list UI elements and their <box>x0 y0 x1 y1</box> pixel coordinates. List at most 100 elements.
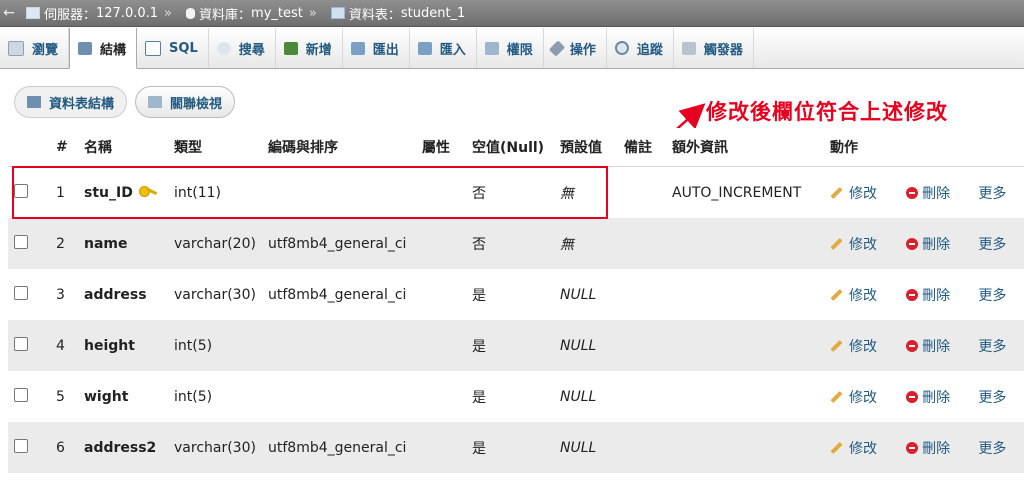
row-checkbox[interactable] <box>14 285 28 300</box>
tab-browse[interactable]: 瀏覽 <box>0 28 70 68</box>
operations-icon <box>548 39 565 57</box>
breadcrumb: ← 伺服器： 127.0.0.1 » 資料庫： my_test » 資料表： s… <box>0 0 1024 27</box>
column-name-cell: address2 <box>78 422 168 473</box>
header-null[interactable]: 空值(Null) <box>466 128 554 167</box>
table-row: 3 address varchar(30) utf8mb4_general_ci 是 NU… <box>8 269 1024 320</box>
header-default[interactable]: 預設值 <box>554 128 618 167</box>
column-type: varchar(30) <box>168 269 262 320</box>
tab-triggers[interactable]: 觸發器 <box>674 28 754 68</box>
header-type[interactable]: 類型 <box>168 128 262 167</box>
tab-tracking[interactable]: 追蹤 <box>607 28 674 68</box>
table-row: 2 name varchar(20) utf8mb4_general_ci 否無 修改 刪除… <box>8 218 1024 269</box>
column-name-cell: name <box>78 218 168 269</box>
row-number: 3 <box>50 269 78 320</box>
tab-export[interactable]: 匯出 <box>343 28 410 68</box>
more-action[interactable]: 更多 <box>972 320 1024 371</box>
edit-action[interactable]: 修改 <box>824 218 901 269</box>
column-name: address <box>84 286 147 303</box>
drop-action[interactable]: 刪除 <box>900 166 973 218</box>
column-extra: AUTO_INCREMENT <box>666 166 824 218</box>
tab-label: 操作 <box>569 42 596 58</box>
row-checkbox[interactable] <box>14 234 28 249</box>
row-number: 1 <box>50 166 78 218</box>
tab-import[interactable]: 匯入 <box>410 28 477 68</box>
column-name: wight <box>84 388 129 405</box>
edit-action[interactable]: 修改 <box>824 269 901 320</box>
column-type: int(5) <box>168 320 262 371</box>
column-type: int(5) <box>168 371 262 422</box>
row-checkbox[interactable] <box>14 438 28 453</box>
search-icon <box>216 41 231 55</box>
delete-icon <box>906 441 919 454</box>
header-extra[interactable]: 額外資訊 <box>666 128 824 167</box>
drop-action[interactable]: 刪除 <box>900 269 973 320</box>
column-collation <box>262 371 416 422</box>
breadcrumb-server[interactable]: 伺服器： 127.0.0.1 <box>18 4 158 23</box>
tab-privileges[interactable]: 權限 <box>477 28 544 68</box>
more-action[interactable]: 更多 <box>972 371 1024 422</box>
drop-label: 刪除 <box>922 389 951 406</box>
column-attributes <box>416 269 466 320</box>
structure-icon <box>27 96 41 108</box>
drop-action[interactable]: 刪除 <box>900 218 973 269</box>
column-comments <box>618 218 666 269</box>
edit-action[interactable]: 修改 <box>824 166 901 218</box>
drop-label: 刪除 <box>922 287 951 304</box>
row-checkbox[interactable] <box>14 387 28 402</box>
tab-label: 匯入 <box>439 42 466 58</box>
privileges-icon <box>484 41 499 55</box>
more-label: 更多 <box>978 185 1007 202</box>
pencil-icon <box>830 186 843 199</box>
header-attributes[interactable]: 屬性 <box>416 128 466 167</box>
insert-icon <box>283 41 298 55</box>
delete-icon <box>906 288 919 301</box>
column-extra <box>666 422 824 473</box>
more-action[interactable]: 更多 <box>972 166 1024 218</box>
table-row: 5 wight int(5) 是 NULL 修改 刪除 更多 <box>8 371 1024 422</box>
more-label: 更多 <box>978 338 1007 355</box>
header-comments[interactable]: 備註 <box>618 128 666 167</box>
tab-search[interactable]: 搜尋 <box>209 28 276 68</box>
breadcrumb-table[interactable]: 資料表： student_1 <box>323 4 465 23</box>
column-type: int(11) <box>168 166 262 218</box>
tab-sql[interactable]: SQL <box>137 28 209 68</box>
pencil-icon <box>830 339 843 352</box>
breadcrumb-server-value[interactable]: 127.0.0.1 <box>96 6 158 21</box>
column-extra <box>666 320 824 371</box>
subtab-table-structure[interactable]: 資料表結構 <box>14 86 128 118</box>
breadcrumb-database[interactable]: 資料庫： my_test <box>178 4 303 23</box>
column-null: 是 <box>466 422 554 473</box>
main-tabs: 瀏覽 結構 SQL 搜尋 新增 匯出 匯入 權限 操作 追蹤 觸發器 <box>0 28 1024 69</box>
more-action[interactable]: 更多 <box>972 269 1024 320</box>
edit-action[interactable]: 修改 <box>824 320 901 371</box>
column-comments <box>618 371 666 422</box>
tab-structure[interactable]: 結構 <box>69 28 138 69</box>
column-default: NULL <box>554 269 618 320</box>
collapse-arrow-icon[interactable]: ← <box>0 5 18 21</box>
breadcrumb-table-value[interactable]: student_1 <box>401 6 465 21</box>
more-action[interactable]: 更多 <box>972 422 1024 473</box>
row-select-cell <box>8 218 50 269</box>
header-name[interactable]: 名稱 <box>78 128 168 167</box>
column-extra <box>666 218 824 269</box>
column-collation <box>262 320 416 371</box>
edit-action[interactable]: 修改 <box>824 371 901 422</box>
drop-action[interactable]: 刪除 <box>900 422 973 473</box>
tab-label: 觸發器 <box>703 42 743 58</box>
header-collation[interactable]: 編碼與排序 <box>262 128 416 167</box>
row-checkbox[interactable] <box>14 336 28 351</box>
drop-action[interactable]: 刪除 <box>900 320 973 371</box>
drop-action[interactable]: 刪除 <box>900 371 973 422</box>
subtab-relation-view[interactable]: 關聯檢視 <box>135 86 236 118</box>
breadcrumb-db-value[interactable]: my_test <box>251 6 303 21</box>
row-checkbox[interactable] <box>14 183 28 198</box>
more-action[interactable]: 更多 <box>972 218 1024 269</box>
table-row: 6 address2 varchar(30) utf8mb4_general_ci 是 N… <box>8 422 1024 473</box>
row-select-cell <box>8 269 50 320</box>
tab-operations[interactable]: 操作 <box>544 28 607 68</box>
triggers-icon <box>681 41 696 55</box>
database-icon <box>186 7 196 19</box>
column-null: 否 <box>466 166 554 218</box>
edit-action[interactable]: 修改 <box>824 422 901 473</box>
tab-insert[interactable]: 新增 <box>276 28 343 68</box>
